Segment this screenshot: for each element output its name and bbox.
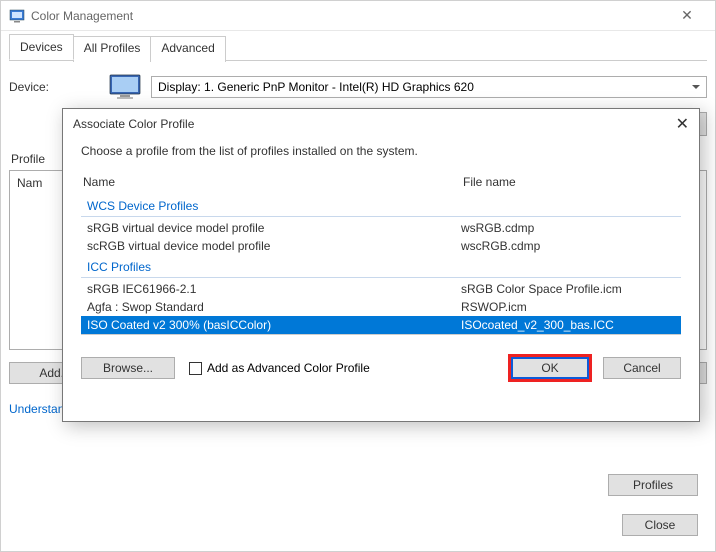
group-icc: ICC Profiles xyxy=(81,257,681,278)
list-item-selected[interactable]: ISO Coated v2 300% (basICColor) ISOcoate… xyxy=(81,316,681,334)
profile-list[interactable]: Name File name WCS Device Profiles sRGB … xyxy=(81,170,681,335)
window-close-button[interactable]: ✕ xyxy=(667,7,707,24)
device-select-value: Display: 1. Generic PnP Monitor - Intel(… xyxy=(158,80,474,94)
profiles-button[interactable]: Profiles xyxy=(608,474,698,496)
checkbox-icon[interactable] xyxy=(189,362,202,375)
dialog-close-button[interactable]: ✕ xyxy=(659,114,689,134)
close-button[interactable]: Close xyxy=(622,514,698,536)
list-item[interactable]: sRGB virtual device model profile wsRGB.… xyxy=(81,219,681,237)
tab-advanced[interactable]: Advanced xyxy=(150,36,225,62)
device-select[interactable]: Display: 1. Generic PnP Monitor - Intel(… xyxy=(151,76,707,98)
window-title: Color Management xyxy=(31,9,667,23)
device-label: Device: xyxy=(9,80,109,94)
device-row: Device: Display: 1. Generic PnP Monitor … xyxy=(9,74,707,100)
associate-color-profile-dialog: Associate Color Profile ✕ Choose a profi… xyxy=(62,108,700,422)
list-item[interactable]: sRGB IEC61966-2.1 sRGB Color Space Profi… xyxy=(81,280,681,298)
dialog-instruction: Choose a profile from the list of profil… xyxy=(81,144,681,158)
add-advanced-checkbox-label[interactable]: Add as Advanced Color Profile xyxy=(189,361,370,375)
cancel-button[interactable]: Cancel xyxy=(603,357,681,379)
dialog-title: Associate Color Profile xyxy=(73,117,659,131)
list-header-row: Name File name xyxy=(81,170,681,194)
tab-devices[interactable]: Devices xyxy=(9,34,74,60)
tab-strip: Devices All Profiles Advanced xyxy=(9,34,707,61)
dialog-titlebar: Associate Color Profile ✕ xyxy=(63,109,699,139)
app-icon xyxy=(9,8,25,24)
column-header-filename[interactable]: File name xyxy=(463,175,679,189)
titlebar: Color Management ✕ xyxy=(1,1,715,31)
list-item[interactable]: Agfa : Swop Standard RSWOP.icm xyxy=(81,298,681,316)
browse-button[interactable]: Browse... xyxy=(81,357,175,379)
column-header-name[interactable]: Name xyxy=(83,175,463,189)
tab-all-profiles[interactable]: All Profiles xyxy=(73,36,152,62)
ok-button[interactable]: OK xyxy=(511,357,589,379)
list-item[interactable]: scRGB virtual device model profile wscRG… xyxy=(81,237,681,255)
group-wcs: WCS Device Profiles xyxy=(81,196,681,217)
monitor-icon xyxy=(109,74,141,100)
